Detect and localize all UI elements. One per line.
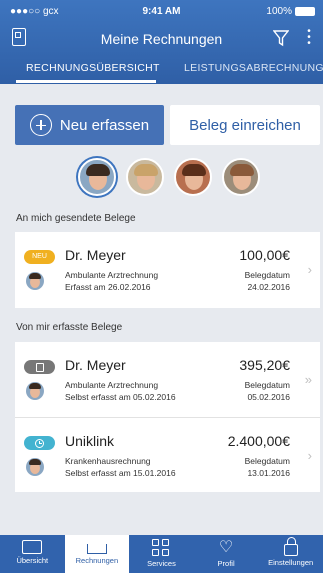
new-entry-button[interactable]: Neu erfassen (15, 105, 164, 145)
invoice-amount: 100,00€ (239, 247, 290, 263)
filter-icon[interactable] (273, 29, 289, 47)
nav-label: Profil (217, 559, 235, 568)
invoice-description: Ambulante Arztrechnung Selbst erfasst am… (65, 380, 176, 402)
nav-label: Übersicht (16, 556, 49, 565)
new-badge: NEU (24, 250, 55, 264)
heart-icon: ♡ (218, 539, 234, 556)
receipt-date: Belegdatum 05.02.2016 (244, 380, 290, 402)
invoice-description: Krankenhausrechnung Selbst erfasst am 15… (65, 456, 176, 478)
nav-item-profil[interactable]: ♡ Profil (194, 535, 259, 573)
tab-leistungsabrechnung[interactable]: LEISTUNGSABRECHNUNG (184, 62, 323, 74)
chevron-right-icon: › (307, 448, 312, 463)
pending-status-badge (24, 436, 55, 450)
nav-item-uebersicht[interactable]: Übersicht (0, 535, 65, 573)
invoice-amount: 395,20€ (239, 357, 290, 373)
avatar-member-3[interactable] (174, 158, 212, 196)
tab-bar: RECHNUNGSÜBERSICHT LEISTUNGSABRECHNUNG (0, 58, 323, 84)
avatar (26, 272, 44, 290)
status-bar: ●●●○○ gcx 9:41 AM 100% (0, 6, 323, 20)
battery-indicator: 100% (266, 6, 315, 17)
provider-name: Dr. Meyer (65, 247, 126, 263)
receipt-date: Belegdatum 13.01.2016 (244, 456, 290, 478)
invoice-amount: 2.400,00€ (227, 433, 290, 449)
family-members (78, 158, 260, 196)
tab-rechnungsuebersicht[interactable]: RECHNUNGSÜBERSICHT (26, 62, 160, 74)
provider-name: Uniklink (65, 433, 115, 449)
section-entered-label: Von mir erfasste Belege (16, 322, 123, 333)
section-received-label: An mich gesendete Belege (16, 213, 136, 224)
nav-label: Rechnungen (75, 556, 119, 565)
grid-icon (152, 539, 170, 557)
battery-label: 100% (266, 6, 292, 17)
list-item[interactable]: NEU Dr. Meyer Ambulante Arztrechnung Erf… (15, 232, 320, 305)
avatar-member-4[interactable] (222, 158, 260, 196)
monitor-icon (22, 540, 43, 554)
clock-icon (35, 438, 44, 448)
avatar-member-2[interactable] (126, 158, 164, 196)
bottom-navigation: Übersicht Rechnungen Services ♡ Profil E… (0, 535, 323, 573)
submit-receipt-label: Beleg einreichen (189, 116, 301, 134)
document-status-badge (24, 360, 55, 374)
double-chevron-right-icon: » (304, 372, 312, 387)
nav-item-einstellungen[interactable]: Einstellungen (258, 535, 323, 573)
inbox-icon (86, 544, 107, 554)
nav-label: Services (147, 559, 176, 568)
chevron-right-icon: › (307, 262, 312, 277)
active-tab-indicator (16, 80, 156, 83)
more-options-icon[interactable]: • • • (305, 27, 313, 49)
app-header: ●●●○○ gcx 9:41 AM 100% Meine Rechnungen … (0, 0, 323, 84)
list-item[interactable]: Dr. Meyer Ambulante Arztrechnung Selbst … (15, 342, 320, 415)
nav-item-rechnungen[interactable]: Rechnungen (64, 535, 130, 573)
new-entry-label: Neu erfassen (59, 116, 150, 134)
provider-name: Dr. Meyer (65, 357, 126, 373)
plus-circle-icon (29, 114, 52, 136)
document-icon (35, 362, 44, 372)
submit-receipt-button[interactable]: Beleg einreichen (170, 105, 320, 145)
lock-icon (283, 537, 298, 556)
avatar-member-1[interactable] (78, 158, 116, 196)
list-item[interactable]: Uniklink Krankenhausrechnung Selbst erfa… (15, 417, 320, 490)
nav-item-services[interactable]: Services (129, 535, 194, 573)
invoice-description: Ambulante Arztrechnung Erfasst am 26.02.… (65, 270, 159, 292)
received-card: NEU Dr. Meyer Ambulante Arztrechnung Erf… (15, 232, 320, 308)
avatar (26, 382, 44, 400)
avatar (26, 458, 44, 476)
nav-label: Einstellungen (268, 558, 314, 567)
entered-card: Dr. Meyer Ambulante Arztrechnung Selbst … (15, 342, 320, 492)
battery-icon (295, 7, 315, 16)
receipt-date: Belegdatum 24.02.2016 (244, 270, 290, 292)
